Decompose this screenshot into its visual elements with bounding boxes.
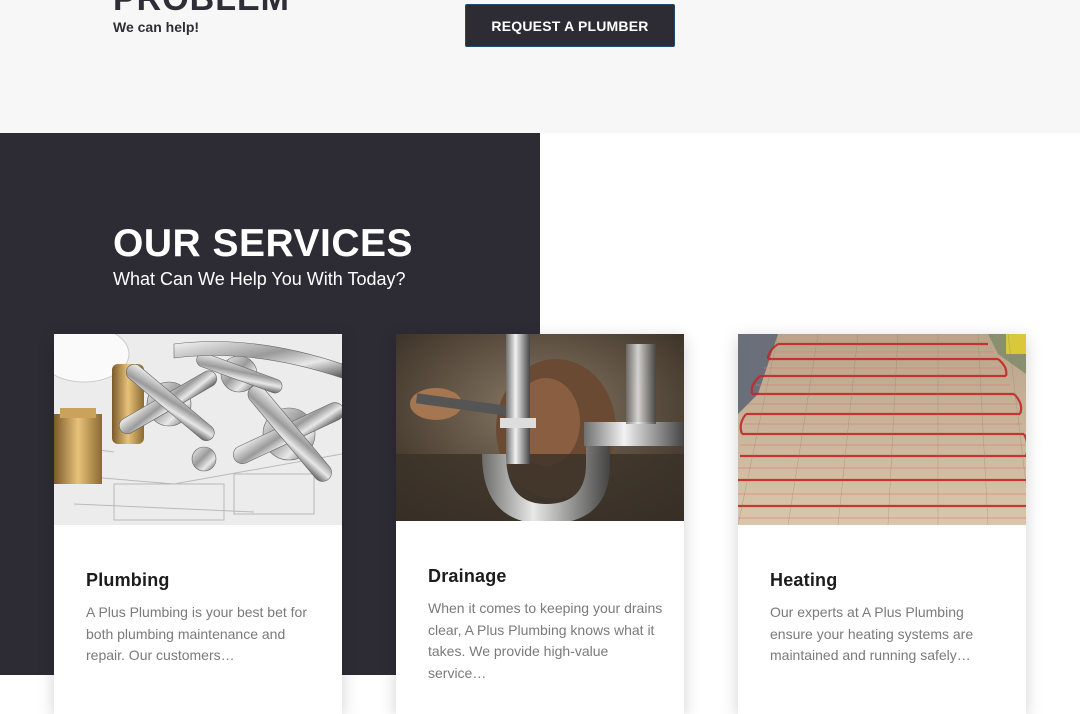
plumber-at-work-photo[interactable] (396, 334, 684, 521)
card-title[interactable]: Plumbing (86, 570, 170, 591)
card-description: A Plus Plumbing is your best bet for bot… (86, 604, 307, 663)
card-title[interactable]: Heating (770, 570, 837, 591)
card-description: Our experts at A Plus Plumbing ensure yo… (770, 604, 974, 663)
card-title[interactable]: Drainage (428, 566, 507, 587)
service-card-plumbing[interactable]: Plumbing A Plus Plumbing is your best be… (54, 334, 342, 714)
service-card-drainage[interactable]: Drainage When it comes to keeping your d… (396, 334, 684, 714)
plumbing-fixtures-photo[interactable] (54, 334, 342, 525)
service-card-heating[interactable]: Heating Our experts at A Plus Plumbing e… (738, 334, 1026, 714)
request-plumber-button[interactable]: REQUEST A PLUMBER (465, 4, 675, 47)
cta-subtext: We can help! (113, 19, 200, 35)
services-title: OUR SERVICES (113, 222, 414, 265)
card-description: When it comes to keeping your drains cle… (428, 600, 663, 681)
services-subtitle: What Can We Help You With Today? (113, 269, 406, 289)
cta-heading: PROBLEM (113, 0, 290, 16)
underfloor-heating-photo[interactable] (738, 334, 1026, 525)
